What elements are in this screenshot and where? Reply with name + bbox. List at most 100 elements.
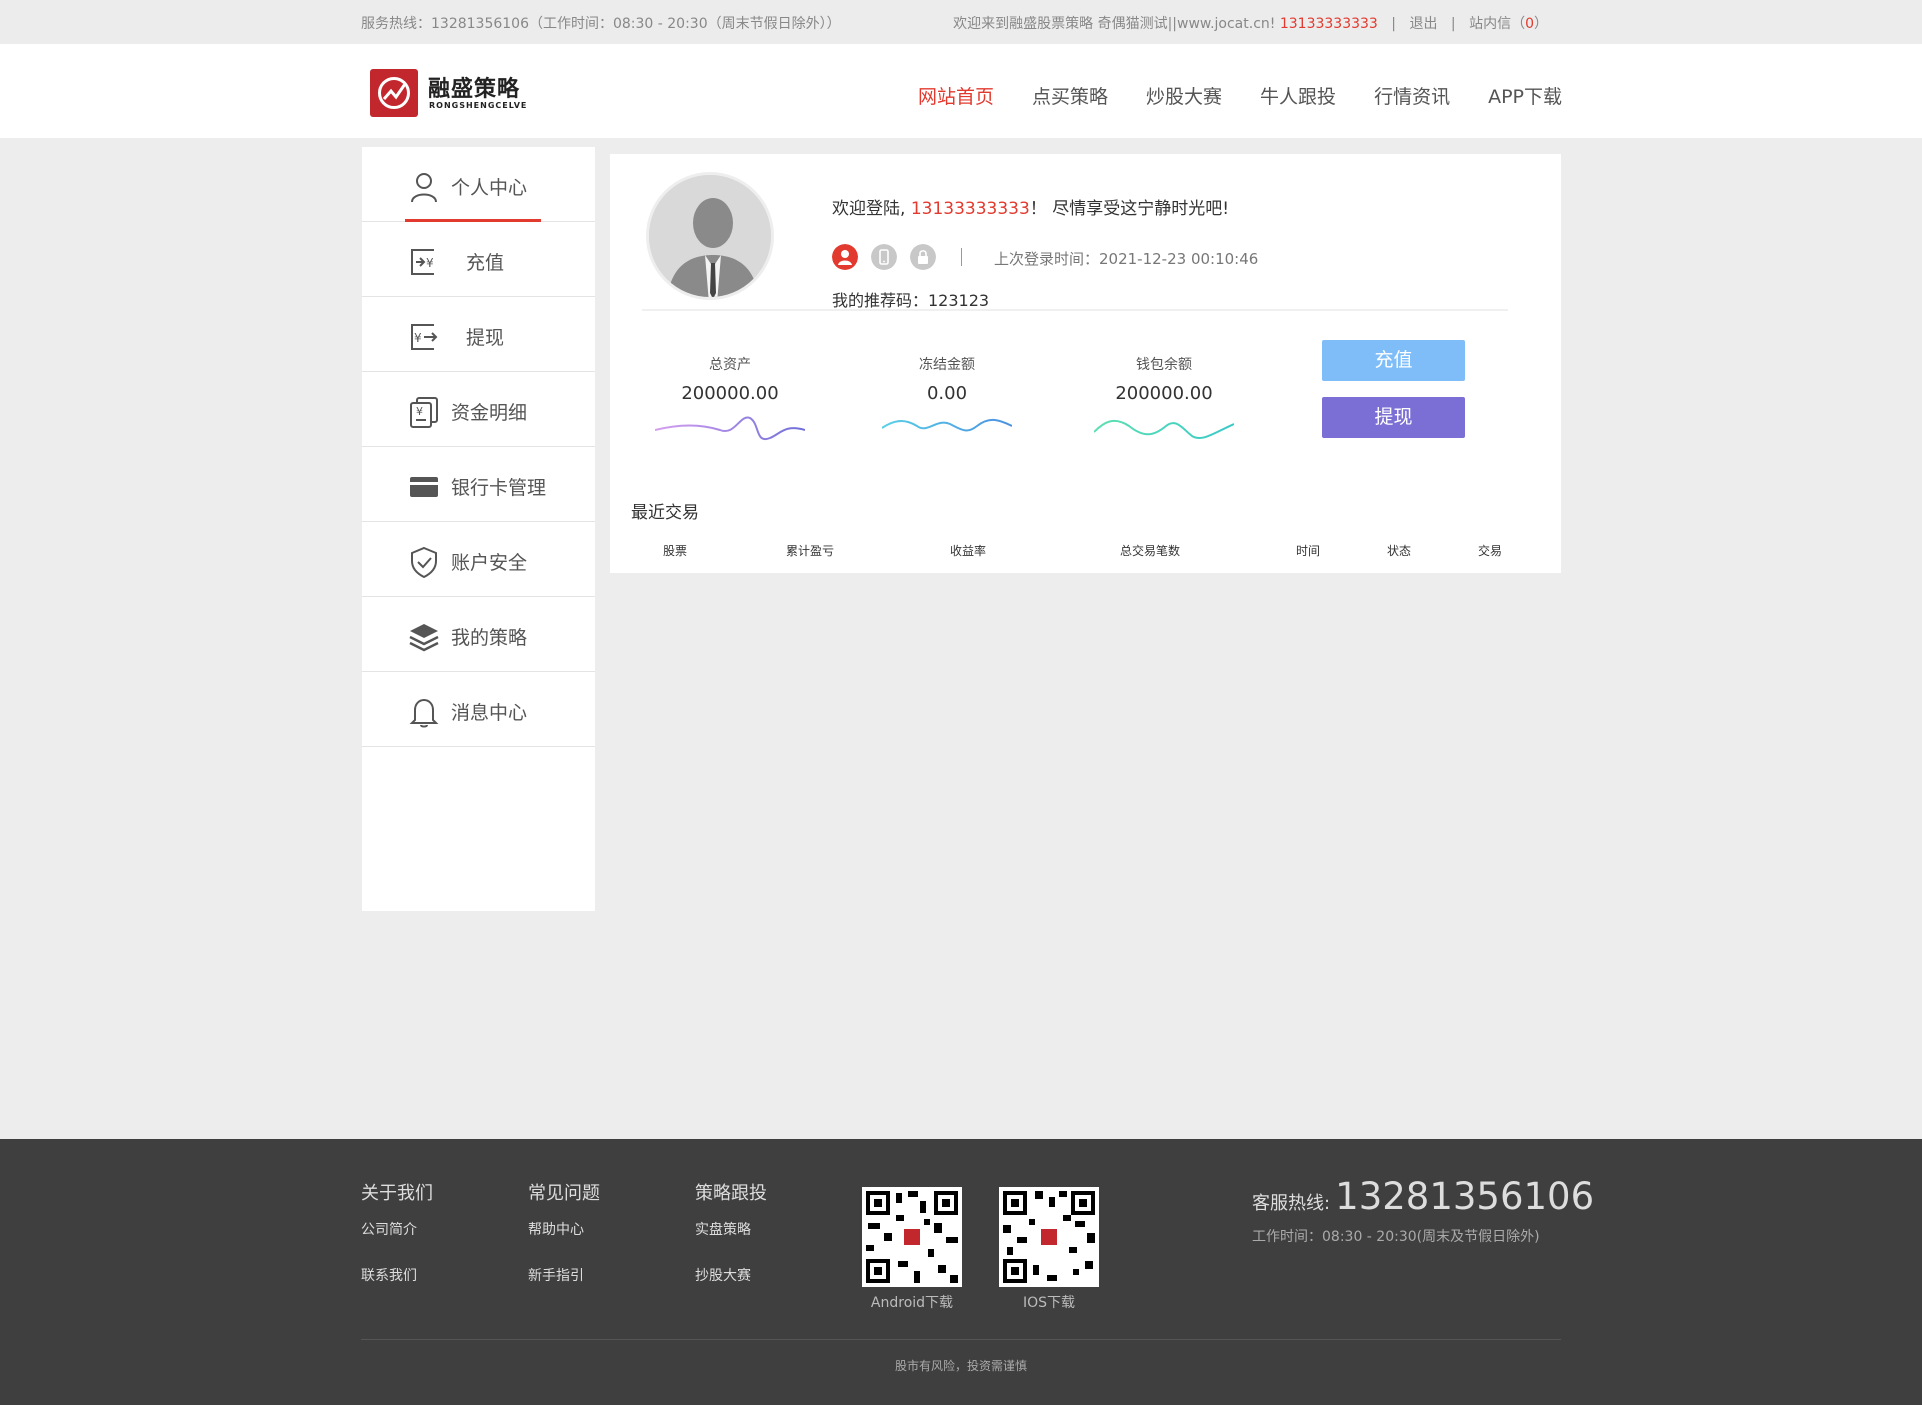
stat-label: 钱包余额 bbox=[1136, 357, 1192, 373]
footer-link[interactable]: 帮助中心 bbox=[528, 1219, 600, 1239]
table-header-time: 时间 bbox=[1295, 544, 1321, 558]
sidebar-item-recharge[interactable]: ¥ 充值 bbox=[362, 222, 595, 297]
site-footer: 关于我们 公司简介 联系我们 常见问题 帮助中心 新手指引 策略跟投 实盘策略 … bbox=[0, 1139, 1922, 1405]
footer-link[interactable]: 实盘策略 bbox=[695, 1219, 767, 1239]
logout-link[interactable]: 退出 bbox=[1409, 16, 1437, 32]
footer-col-title: 关于我们 bbox=[361, 1183, 433, 1204]
top-bar: 服务热线：13281356106（工作时间：08:30 - 20:30（周末节假… bbox=[0, 0, 1922, 44]
table-header-trade: 交易 bbox=[1477, 544, 1503, 558]
nav-home[interactable]: 网站首页 bbox=[918, 82, 994, 109]
withdraw-icon: ¥ bbox=[411, 324, 438, 350]
stat-wallet-balance: 钱包余额 200000.00 bbox=[1084, 354, 1244, 446]
phone-icon[interactable] bbox=[871, 244, 897, 270]
footer-col-title: 策略跟投 bbox=[695, 1183, 767, 1204]
sidebar-item-my-strategy[interactable]: 我的策略 bbox=[362, 597, 595, 672]
recharge-button[interactable]: 充值 bbox=[1322, 340, 1465, 381]
nav-news[interactable]: 行情资讯 bbox=[1374, 82, 1450, 109]
sidebar-item-label: 资金明细 bbox=[451, 402, 528, 424]
wave-decoration bbox=[655, 416, 805, 441]
svg-text:¥: ¥ bbox=[414, 331, 422, 345]
footer-link[interactable]: 联系我们 bbox=[361, 1265, 433, 1285]
ios-download-label[interactable]: IOS下载 bbox=[999, 1292, 1099, 1312]
footer-col-about: 关于我们 公司简介 联系我们 bbox=[361, 1179, 433, 1285]
nav-app-download[interactable]: APP下载 bbox=[1488, 82, 1562, 109]
stat-total-assets: 总资产 200000.00 bbox=[650, 354, 810, 446]
footer-col-title: 常见问题 bbox=[528, 1183, 600, 1204]
footer-divider bbox=[361, 1339, 1561, 1340]
account-link[interactable]: 13133333333 bbox=[1280, 16, 1378, 32]
hotline-number: 13281356106 bbox=[1335, 1175, 1595, 1218]
hotline-label: 客服热线: bbox=[1252, 1193, 1331, 1214]
nav-follow[interactable]: 牛人跟投 bbox=[1260, 82, 1336, 109]
sidebar-item-label: 提现 bbox=[466, 327, 505, 349]
wave-decoration bbox=[882, 419, 1012, 432]
site-logo[interactable]: 融盛策略 RONGSHENGCELVE bbox=[370, 69, 530, 119]
username: 13133333333 bbox=[910, 199, 1030, 219]
table-header-stock: 股票 bbox=[662, 544, 688, 558]
sidebar-item-withdraw[interactable]: ¥ 提现 bbox=[362, 297, 595, 372]
ios-qr-code bbox=[999, 1187, 1099, 1287]
inbox-count: 0 bbox=[1525, 16, 1534, 32]
sidebar-item-fund-detail[interactable]: ¥ 资金明细 bbox=[362, 372, 595, 447]
recent-trades-title: 最近交易 bbox=[631, 503, 699, 523]
sidebar-item-label: 个人中心 bbox=[451, 177, 528, 199]
service-hotline: 服务热线：13281356106（工作时间：08:30 - 20:30（周末节假… bbox=[361, 16, 841, 32]
nav-buy-strategy[interactable]: 点买策略 bbox=[1032, 82, 1108, 109]
working-hours: 工作时间：08:30 - 20:30(周末及节假日除外) bbox=[1252, 1229, 1540, 1245]
logo-text: 融盛策略 bbox=[428, 77, 521, 102]
svg-text:¥: ¥ bbox=[426, 256, 434, 270]
avatar[interactable] bbox=[646, 172, 774, 300]
footer-col-faq: 常见问题 帮助中心 新手指引 bbox=[528, 1179, 600, 1285]
stat-value: 200000.00 bbox=[1115, 383, 1213, 404]
wave-decoration bbox=[1094, 419, 1234, 440]
sidebar-item-security[interactable]: 账户安全 bbox=[362, 522, 595, 597]
stat-label: 冻结金额 bbox=[919, 357, 975, 373]
last-login-time: 上次登录时间：2021-12-23 00:10:46 bbox=[994, 250, 1259, 268]
android-download-label[interactable]: Android下载 bbox=[862, 1292, 962, 1312]
welcome-text: 欢迎来到融盛股票策略 奇偶猫测试||www.jocat.cn! bbox=[953, 16, 1276, 32]
logo-subtext: RONGSHENGCELVE bbox=[429, 101, 528, 110]
lock-icon[interactable] bbox=[910, 244, 936, 270]
sidebar-item-label: 账户安全 bbox=[451, 552, 528, 574]
layers-icon bbox=[409, 624, 439, 652]
stat-value: 200000.00 bbox=[681, 383, 779, 404]
nav-contest[interactable]: 炒股大赛 bbox=[1146, 82, 1222, 109]
welcome-message: 欢迎登陆, 13133333333！ 尽情享受这宁静时光吧! bbox=[832, 199, 1230, 219]
sidebar-item-label: 充值 bbox=[466, 252, 505, 274]
sidebar: 个人中心 ¥ 充值 ¥ 提现 ¥ 资金明细 银行卡管理 账户安全 我的策略 消息… bbox=[362, 147, 595, 911]
table-header-trade-count: 总交易笔数 bbox=[1119, 544, 1181, 558]
top-user-area: 欢迎来到融盛股票策略 奇偶猫测试||www.jocat.cn! 13133333… bbox=[953, 16, 1548, 32]
withdraw-button[interactable]: 提现 bbox=[1322, 397, 1465, 438]
bank-card-icon bbox=[410, 477, 438, 497]
recharge-icon: ¥ bbox=[411, 249, 434, 275]
site-header: 融盛策略 RONGSHENGCELVE 网站首页 点买策略 炒股大赛 牛人跟投 … bbox=[0, 44, 1922, 138]
inbox-link[interactable]: 站内信（0） bbox=[1469, 16, 1548, 32]
stat-label: 总资产 bbox=[709, 357, 751, 373]
footer-link[interactable]: 新手指引 bbox=[528, 1265, 600, 1285]
stat-frozen-amount: 冻结金额 0.00 bbox=[867, 354, 1027, 446]
user-verified-icon[interactable] bbox=[832, 244, 858, 270]
stat-value: 0.00 bbox=[926, 383, 968, 404]
divider bbox=[642, 309, 1508, 311]
sidebar-item-label: 我的策略 bbox=[451, 627, 528, 649]
logo-icon bbox=[370, 69, 418, 117]
sidebar-item-profile[interactable]: 个人中心 bbox=[362, 147, 595, 222]
risk-warning: 股市有风险，投资需谨慎 bbox=[894, 1359, 1027, 1373]
shield-icon bbox=[411, 546, 437, 578]
fund-detail-icon: ¥ bbox=[410, 397, 438, 428]
svg-text:¥: ¥ bbox=[416, 405, 423, 418]
footer-col-strategy: 策略跟投 实盘策略 抄股大赛 bbox=[695, 1179, 767, 1285]
table-header-return: 收益率 bbox=[949, 544, 987, 558]
default-avatar-icon bbox=[649, 175, 771, 297]
footer-link[interactable]: 公司简介 bbox=[361, 1219, 433, 1239]
sidebar-item-messages[interactable]: 消息中心 bbox=[362, 672, 595, 747]
table-header-status: 状态 bbox=[1386, 544, 1412, 558]
sidebar-item-bank-card[interactable]: 银行卡管理 bbox=[362, 447, 595, 522]
footer-link[interactable]: 抄股大赛 bbox=[695, 1265, 767, 1285]
sidebar-item-label: 消息中心 bbox=[451, 702, 528, 724]
user-icon bbox=[411, 173, 437, 203]
sidebar-item-label: 银行卡管理 bbox=[451, 477, 547, 499]
referral-code: 我的推荐码：123123 bbox=[832, 291, 990, 310]
main-nav: 网站首页 点买策略 炒股大赛 牛人跟投 行情资讯 APP下载 bbox=[918, 82, 1562, 109]
bell-icon bbox=[409, 698, 439, 728]
